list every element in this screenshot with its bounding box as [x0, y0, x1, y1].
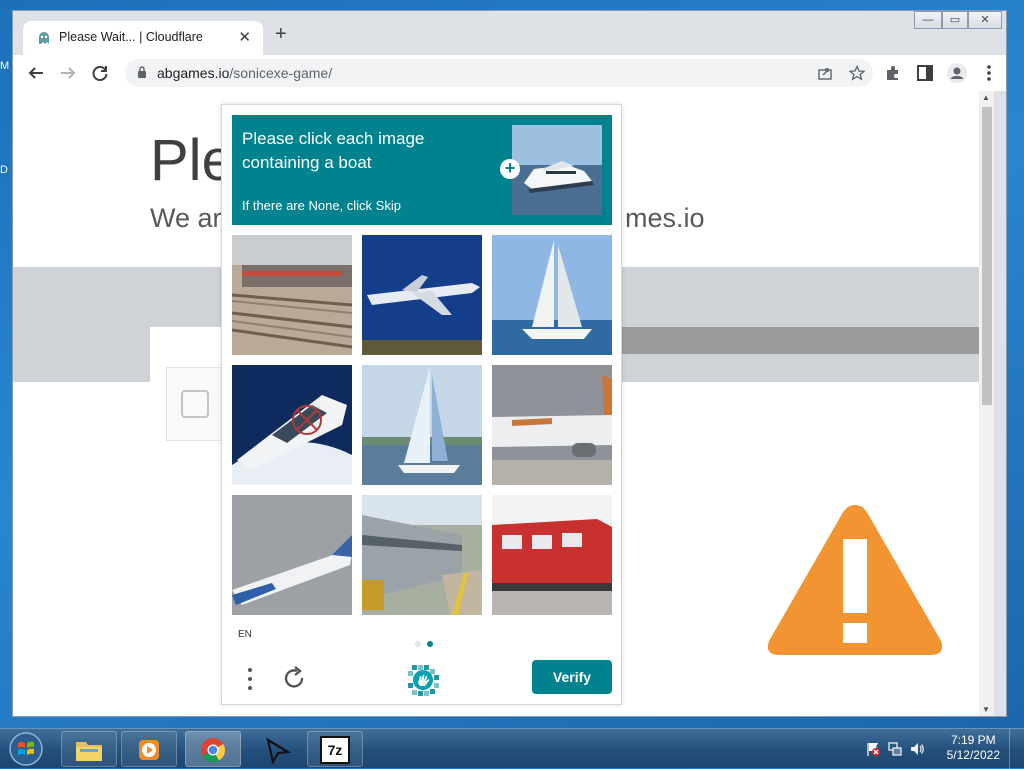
verify-button[interactable]: Verify [532, 660, 612, 694]
motor-yacht-image [232, 365, 352, 485]
image-tile[interactable] [232, 235, 352, 355]
media-player-icon [139, 740, 159, 760]
image-tile[interactable] [362, 495, 482, 615]
red-locomotive-image [492, 495, 612, 615]
back-arrow-icon[interactable] [25, 62, 47, 84]
taskbar: 7z 7:19 PM 5/12/2022 [0, 728, 1024, 769]
sailboat-image [492, 235, 612, 355]
challenge-hint: If there are None, click Skip [242, 198, 401, 213]
tab-title: Please Wait... | Cloudflare [59, 30, 203, 44]
image-tile[interactable] [232, 365, 352, 485]
7zip-icon: 7z [320, 736, 350, 764]
train-station-image [232, 235, 352, 355]
refresh-challenge-icon[interactable] [282, 666, 308, 692]
language-selector[interactable]: EN [238, 629, 252, 640]
page-scrollbar[interactable]: ▲ ▼ [979, 91, 994, 716]
tab-close-icon[interactable]: ✕ [238, 28, 251, 46]
sailboat-image [362, 365, 482, 485]
folder-icon [76, 742, 102, 761]
image-tile[interactable] [492, 235, 612, 355]
cursor-icon [266, 737, 292, 764]
new-tab-button[interactable]: + [275, 24, 287, 44]
desktop-icon-label: D [0, 164, 8, 176]
reload-icon[interactable] [89, 62, 111, 84]
browser-tab[interactable]: Please Wait... | Cloudflare ✕ [23, 21, 263, 55]
close-window-button[interactable]: ✕ [968, 11, 1002, 29]
chrome-icon [201, 738, 225, 763]
tab-strip: Please Wait... | Cloudflare ✕ + — ▭ ✕ [13, 11, 1006, 55]
share-icon[interactable] [817, 65, 833, 81]
lock-icon [138, 66, 146, 78]
airplane-image [492, 365, 612, 485]
explorer-taskbar-button[interactable] [61, 731, 117, 767]
warning-icon [767, 505, 943, 655]
system-tray: 7:19 PM 5/12/2022 [859, 729, 1024, 769]
volume-icon[interactable] [909, 741, 925, 757]
page-subtitle: We ar [150, 203, 222, 233]
captcha-checkbox[interactable] [166, 367, 224, 441]
image-tile[interactable] [232, 495, 352, 615]
image-tile[interactable] [362, 235, 482, 355]
start-button[interactable] [6, 731, 46, 767]
more-menu-icon[interactable] [978, 62, 1000, 84]
example-boat-image [512, 125, 602, 215]
maximize-button[interactable]: ▭ [942, 11, 968, 29]
page-subtitle-domain: mes.io [625, 203, 705, 233]
image-tile[interactable] [362, 365, 482, 485]
side-panel-icon[interactable] [914, 62, 936, 84]
image-grid [232, 235, 612, 615]
chrome-taskbar-button[interactable] [185, 731, 241, 767]
challenge-question: Please click each image containing a boa… [242, 129, 425, 172]
system-clock[interactable]: 7:19 PM 5/12/2022 [947, 733, 1000, 763]
add-example-icon: + [500, 159, 520, 179]
train-image [362, 495, 482, 615]
airplane-image [362, 235, 482, 355]
page-indicator [415, 634, 439, 652]
forward-arrow-icon[interactable] [57, 62, 79, 84]
profile-avatar-icon[interactable] [946, 62, 968, 84]
address-bar[interactable]: abgames.io/sonicexe-game/ [125, 59, 873, 87]
show-desktop-button[interactable] [1009, 729, 1024, 769]
action-center-flag-icon[interactable] [865, 741, 881, 757]
url-text: abgames.io/sonicexe-game/ [157, 65, 333, 81]
browser-toolbar: abgames.io/sonicexe-game/ [13, 55, 1006, 92]
extensions-puzzle-icon[interactable] [882, 62, 904, 84]
menu-dots-icon[interactable] [244, 665, 256, 693]
airplane-image [232, 495, 352, 615]
minimize-button[interactable]: — [914, 11, 942, 29]
clock-date: 5/12/2022 [946, 748, 1000, 762]
page-dot [415, 641, 421, 647]
7zip-taskbar-button[interactable]: 7z [307, 731, 363, 767]
desktop-icon-label: M [0, 60, 10, 72]
clock-time: 7:19 PM [950, 733, 996, 747]
hcaptcha-challenge: Please click each image containing a boa… [221, 104, 622, 705]
bookmark-star-icon[interactable] [849, 65, 865, 81]
hcaptcha-logo-icon [408, 665, 439, 696]
page-dot-active [427, 641, 433, 647]
challenge-prompt: Please click each image containing a boa… [232, 115, 612, 225]
media-player-taskbar-button[interactable] [121, 731, 177, 767]
cloudflare-favicon-icon [39, 32, 49, 44]
image-tile[interactable] [492, 495, 612, 615]
cursor-app-taskbar-button[interactable] [249, 731, 305, 767]
network-icon[interactable] [887, 741, 903, 757]
image-tile[interactable] [492, 365, 612, 485]
